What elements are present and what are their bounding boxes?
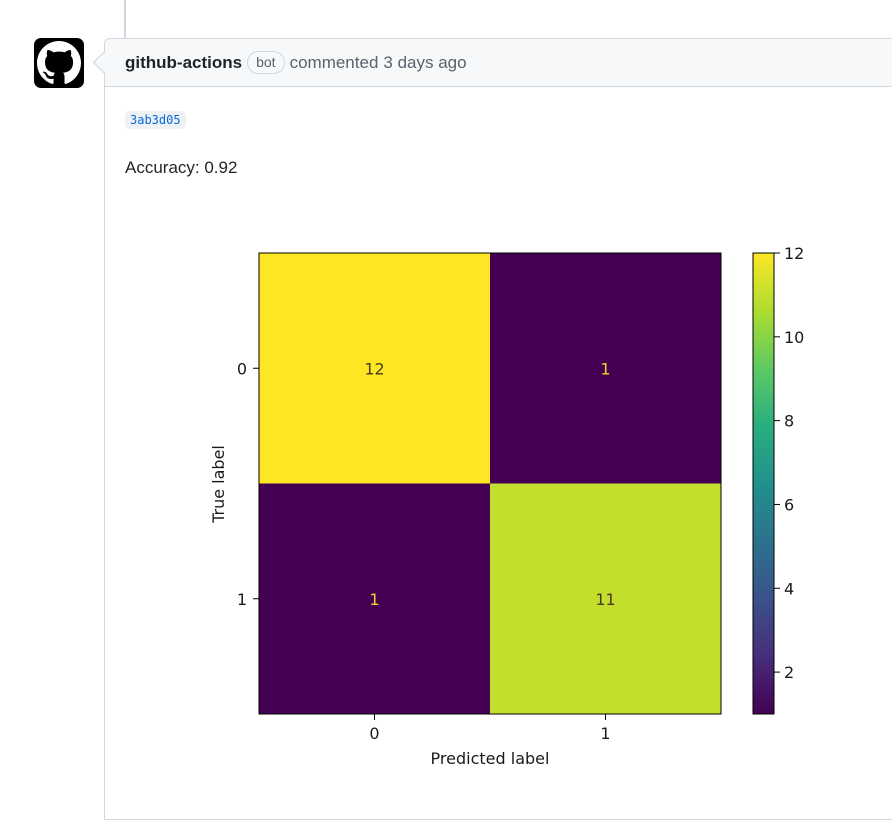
cell-value-label: 1 <box>369 590 379 609</box>
colorbar-tick-label: 12 <box>784 244 804 263</box>
timeline-line <box>124 0 126 40</box>
comment-box: github-actions bot commented 3 days ago … <box>104 38 892 820</box>
colorbar-tick-label: 4 <box>784 579 794 598</box>
colorbar-tick-label: 2 <box>784 663 794 682</box>
x-axis-label: Predicted label <box>431 749 550 768</box>
cell-value-label: 11 <box>595 590 615 609</box>
y-tick-label: 1 <box>237 590 247 609</box>
github-mark-icon <box>37 41 81 84</box>
y-tick-label: 0 <box>237 359 247 378</box>
confusion-matrix-chart: 12 11 110 101 24681012 Predicted label True… <box>209 244 804 768</box>
colorbar-tick-label: 10 <box>784 328 804 347</box>
avatar[interactable] <box>34 38 84 88</box>
colorbar-tick-label: 8 <box>784 412 794 431</box>
cell-value-label: 12 <box>364 359 384 378</box>
cell-value-label: 1 <box>600 359 610 378</box>
colorbar <box>753 253 774 714</box>
y-axis-label: True label <box>209 445 228 524</box>
x-tick-label: 0 <box>369 724 379 743</box>
x-tick-label: 1 <box>600 724 610 743</box>
colorbar-tick-label: 6 <box>784 495 794 514</box>
